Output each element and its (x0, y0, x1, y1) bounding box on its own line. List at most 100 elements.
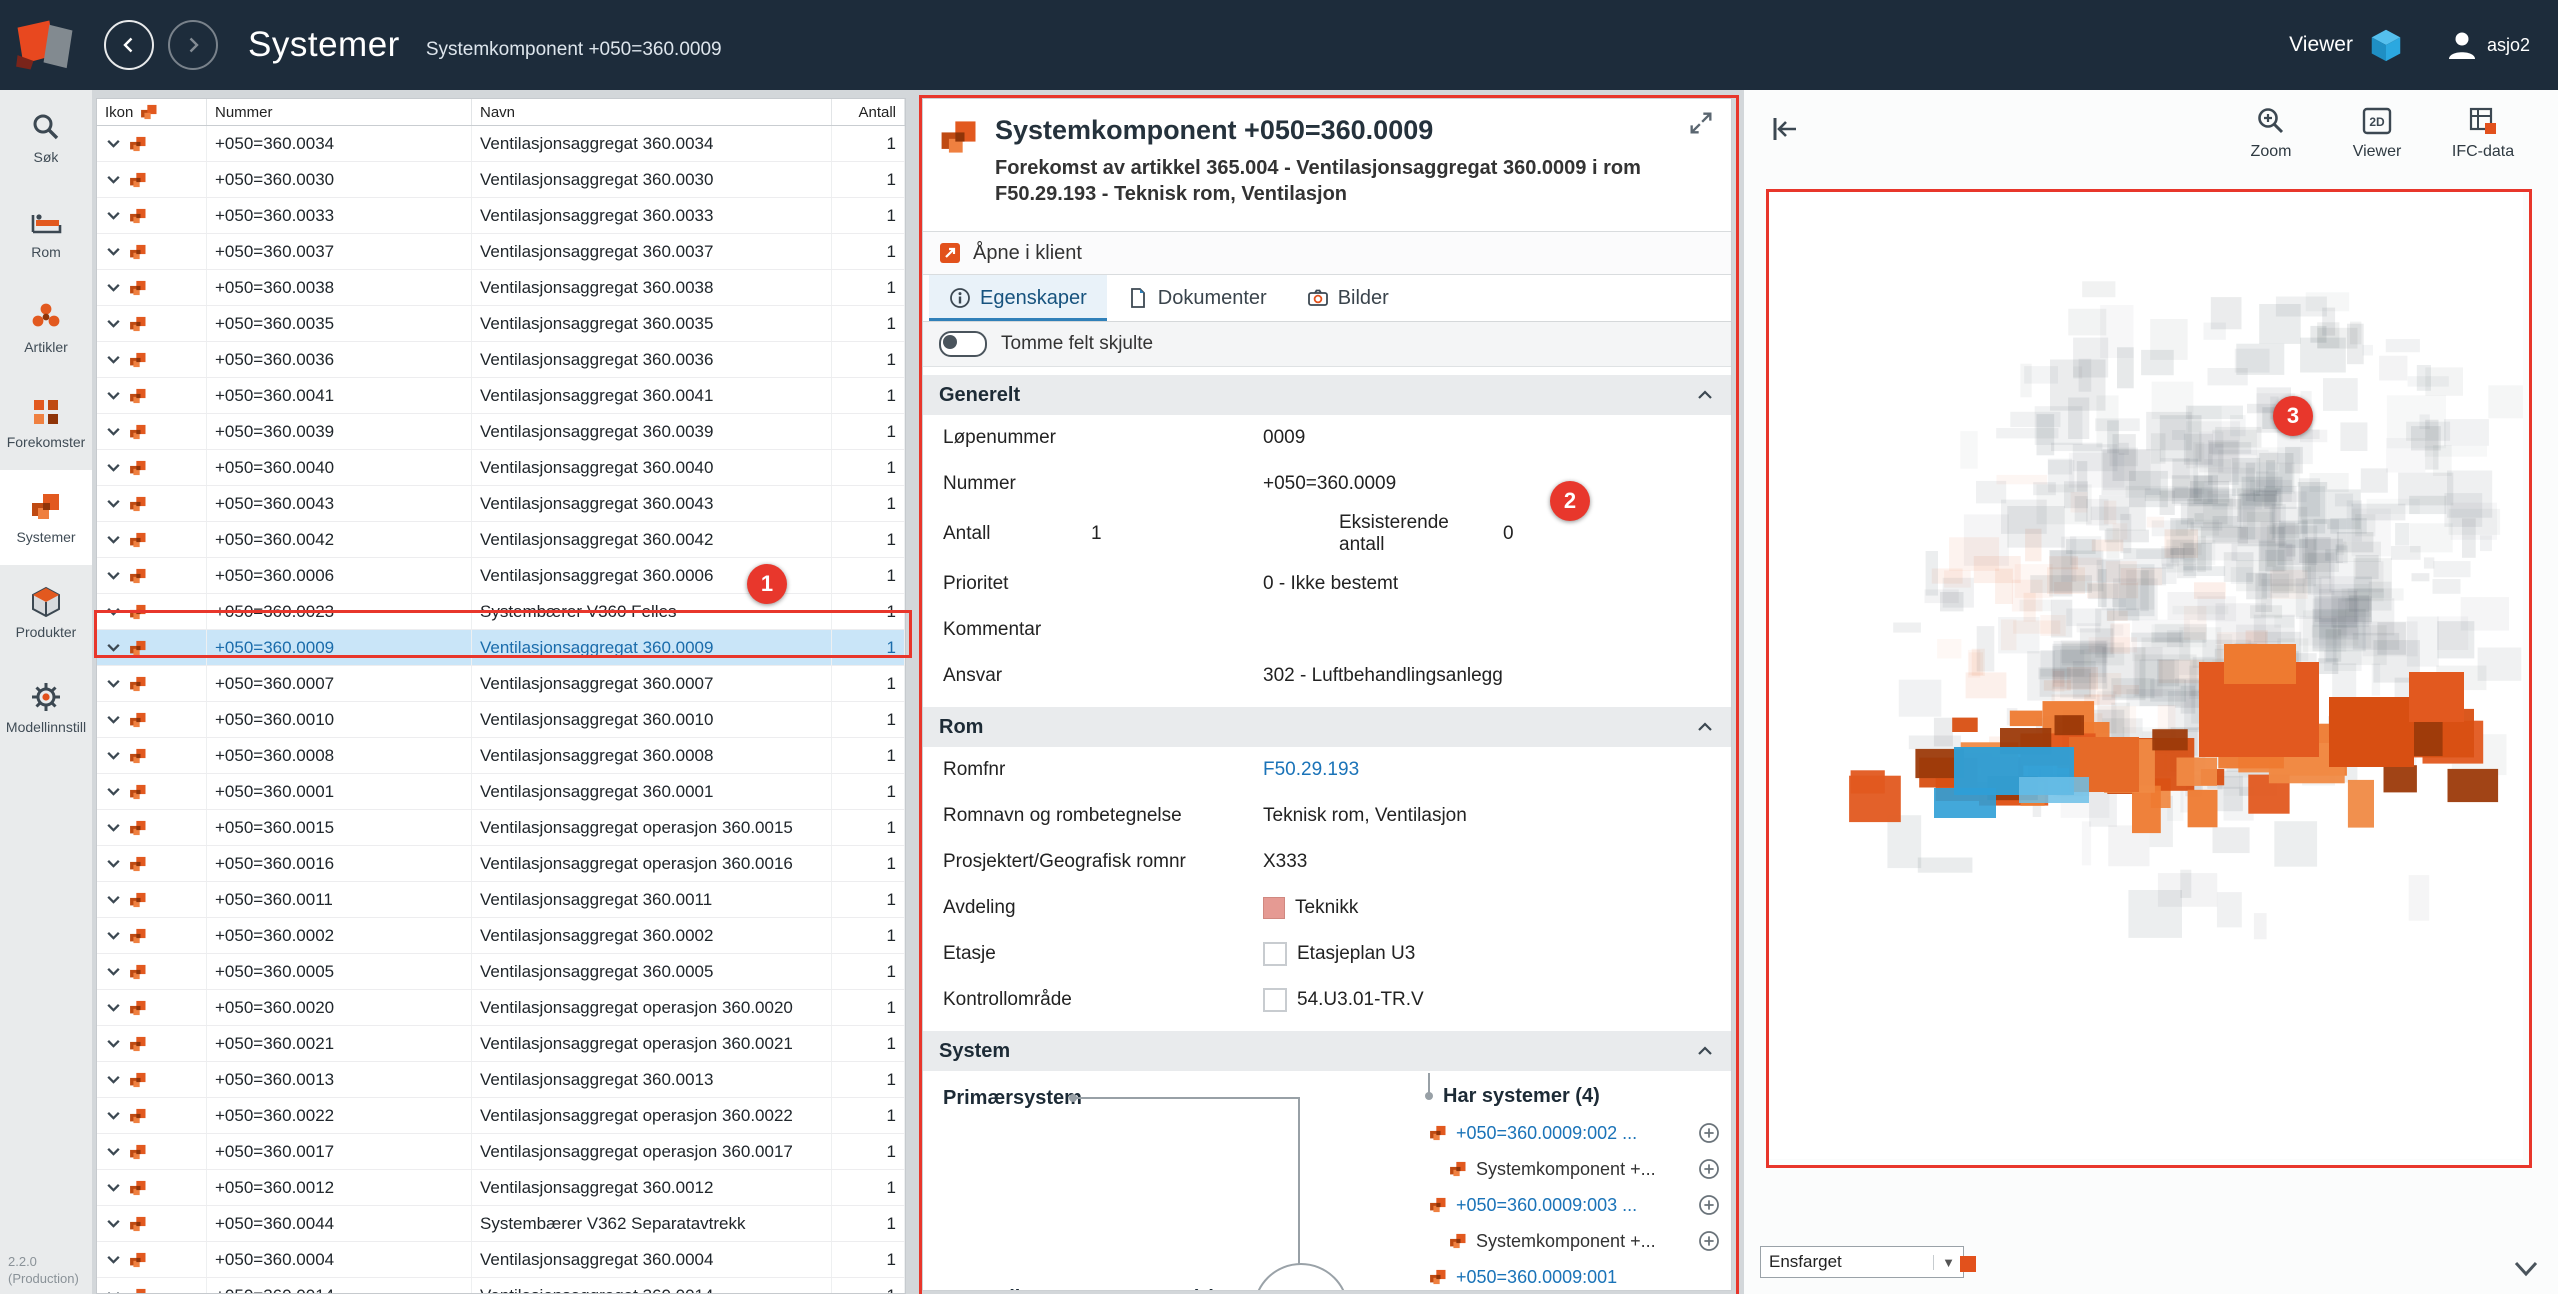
2d-viewer-button[interactable]: 2D Viewer (2329, 104, 2425, 161)
expand-chevron-icon[interactable] (105, 243, 122, 260)
table-row[interactable]: +050=360.0015Ventilasjonsaggregat operas… (97, 810, 905, 846)
expand-chevron-icon[interactable] (105, 531, 122, 548)
expand-chevron-icon[interactable] (105, 891, 122, 908)
row-icon-cell[interactable] (97, 666, 207, 701)
column-antall[interactable]: Antall (832, 99, 905, 125)
row-icon-cell[interactable] (97, 414, 207, 449)
expand-chevron-icon[interactable] (105, 1287, 122, 1294)
row-icon-cell[interactable] (97, 126, 207, 161)
expand-chevron-icon[interactable] (105, 639, 122, 656)
add-icon[interactable] (1698, 1122, 1720, 1144)
collapse-bottom-chevron-icon[interactable] (2508, 1250, 2544, 1286)
expand-chevron-icon[interactable] (105, 747, 122, 764)
expand-chevron-icon[interactable] (105, 1251, 122, 1268)
table-row[interactable]: +050=360.0001Ventilasjonsaggregat 360.00… (97, 774, 905, 810)
table-row[interactable]: +050=360.0005Ventilasjonsaggregat 360.00… (97, 954, 905, 990)
row-icon-cell[interactable] (97, 1206, 207, 1241)
table-row[interactable]: +050=360.0022Ventilasjonsaggregat operas… (97, 1098, 905, 1134)
table-row[interactable]: +050=360.0037Ventilasjonsaggregat 360.00… (97, 234, 905, 270)
row-icon-cell[interactable] (97, 162, 207, 197)
column-navn[interactable]: Navn (472, 99, 832, 125)
table-row[interactable]: +050=360.0021Ventilasjonsaggregat operas… (97, 1026, 905, 1062)
expand-chevron-icon[interactable] (105, 135, 122, 152)
expand-chevron-icon[interactable] (105, 387, 122, 404)
expand-chevron-icon[interactable] (105, 999, 122, 1016)
table-row[interactable]: +050=360.0011Ventilasjonsaggregat 360.00… (97, 882, 905, 918)
sidebar-item-produkter[interactable]: Produkter (0, 565, 92, 660)
table-row[interactable]: +050=360.0007Ventilasjonsaggregat 360.00… (97, 666, 905, 702)
table-row[interactable]: +050=360.0013Ventilasjonsaggregat 360.00… (97, 1062, 905, 1098)
expand-chevron-icon[interactable] (105, 963, 122, 980)
row-icon-cell[interactable] (97, 1278, 207, 1294)
add-icon[interactable] (1698, 1230, 1720, 1252)
system-item[interactable]: +050=360.0009:003 ... (1428, 1187, 1720, 1223)
table-row[interactable]: +050=360.0020Ventilasjonsaggregat operas… (97, 990, 905, 1026)
row-icon-cell[interactable] (97, 918, 207, 953)
table-row[interactable]: +050=360.0010Ventilasjonsaggregat 360.00… (97, 702, 905, 738)
row-icon-cell[interactable] (97, 342, 207, 377)
sidebar-item-systemer[interactable]: Systemer (0, 470, 92, 565)
field-value[interactable]: F50.29.193 (1263, 759, 1731, 781)
row-icon-cell[interactable] (97, 558, 207, 593)
row-icon-cell[interactable] (97, 594, 207, 629)
table-row[interactable]: +050=360.0042Ventilasjonsaggregat 360.00… (97, 522, 905, 558)
sidebar-item-sok[interactable]: Søk (0, 90, 92, 185)
row-icon-cell[interactable] (97, 270, 207, 305)
open-in-client-button[interactable]: Åpne i klient (923, 231, 1731, 275)
row-icon-cell[interactable] (97, 774, 207, 809)
expand-chevron-icon[interactable] (105, 675, 122, 692)
table-row[interactable]: +050=360.0004Ventilasjonsaggregat 360.00… (97, 1242, 905, 1278)
table-row[interactable]: +050=360.0040Ventilasjonsaggregat 360.00… (97, 450, 905, 486)
expand-chevron-icon[interactable] (105, 1143, 122, 1160)
table-row[interactable]: +050=360.0044Systembærer V362 Separatavt… (97, 1206, 905, 1242)
row-icon-cell[interactable] (97, 450, 207, 485)
row-icon-cell[interactable] (97, 1170, 207, 1205)
table-row[interactable]: +050=360.0012Ventilasjonsaggregat 360.00… (97, 1170, 905, 1206)
row-icon-cell[interactable] (97, 198, 207, 233)
row-icon-cell[interactable] (97, 990, 207, 1025)
system-item[interactable]: +050=360.0009:002 ... (1428, 1115, 1720, 1151)
ifc-data-button[interactable]: IFC-data (2435, 104, 2531, 161)
table-row[interactable]: +050=360.0014Ventilasjonsaggregat 360.00… (97, 1278, 905, 1294)
row-icon-cell[interactable] (97, 846, 207, 881)
row-icon-cell[interactable] (97, 1242, 207, 1277)
row-icon-cell[interactable] (97, 1062, 207, 1097)
expand-chevron-icon[interactable] (105, 603, 122, 620)
row-icon-cell[interactable] (97, 378, 207, 413)
row-icon-cell[interactable] (97, 810, 207, 845)
color-mode-select[interactable]: Ensfarget ▼ (1760, 1246, 1964, 1278)
system-item-label[interactable]: +050=360.0009:001 (1456, 1267, 1720, 1288)
tab-dokumenter[interactable]: Dokumenter (1107, 275, 1287, 321)
expand-chevron-icon[interactable] (105, 1035, 122, 1052)
row-icon-cell[interactable] (97, 1098, 207, 1133)
system-item-label[interactable]: +050=360.0009:003 ... (1456, 1195, 1690, 1216)
row-icon-cell[interactable] (97, 1134, 207, 1169)
row-icon-cell[interactable] (97, 1026, 207, 1061)
row-icon-cell[interactable] (97, 702, 207, 737)
add-icon[interactable] (1698, 1158, 1720, 1180)
sidebar-item-rom[interactable]: Rom (0, 185, 92, 280)
expand-chevron-icon[interactable] (105, 927, 122, 944)
expand-chevron-icon[interactable] (105, 1215, 122, 1232)
forward-button[interactable] (168, 20, 218, 70)
row-icon-cell[interactable] (97, 486, 207, 521)
system-item[interactable]: Systemkomponent +... (1428, 1151, 1720, 1187)
sidebar-item-artikler[interactable]: Artikler (0, 280, 92, 375)
expand-chevron-icon[interactable] (105, 351, 122, 368)
system-node-circle[interactable] (1253, 1263, 1349, 1291)
table-row[interactable]: +050=360.0039Ventilasjonsaggregat 360.00… (97, 414, 905, 450)
section-header-system[interactable]: System (923, 1031, 1731, 1071)
viewer-mode-label[interactable]: Viewer (2289, 33, 2353, 57)
section-header-generelt[interactable]: Generelt (923, 375, 1731, 415)
expand-chevron-icon[interactable] (105, 1179, 122, 1196)
table-row[interactable]: +050=360.0036Ventilasjonsaggregat 360.00… (97, 342, 905, 378)
expand-chevron-icon[interactable] (105, 207, 122, 224)
expand-chevron-icon[interactable] (105, 1071, 122, 1088)
expand-chevron-icon[interactable] (105, 567, 122, 584)
column-ikon[interactable]: Ikon (97, 99, 207, 125)
column-nummer[interactable]: Nummer (207, 99, 472, 125)
add-icon[interactable] (1698, 1194, 1720, 1216)
table-row[interactable]: +050=360.0035Ventilasjonsaggregat 360.00… (97, 306, 905, 342)
expand-chevron-icon[interactable] (105, 711, 122, 728)
expand-panel-icon[interactable] (1687, 109, 1715, 137)
